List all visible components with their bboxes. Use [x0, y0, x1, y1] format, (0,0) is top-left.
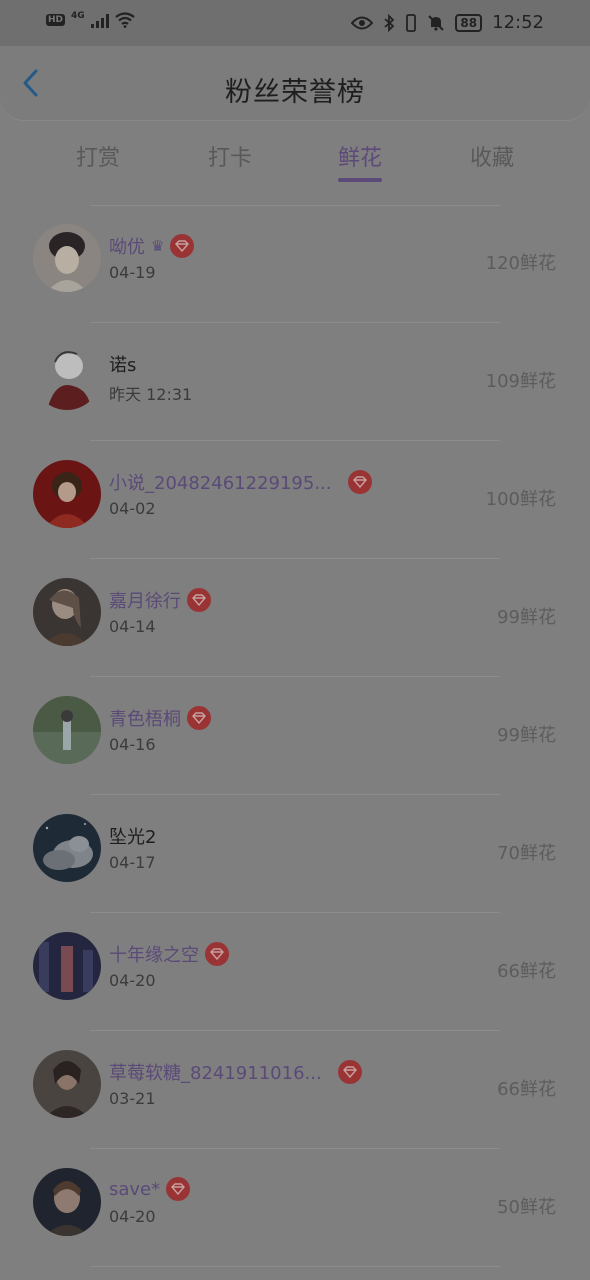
list-item[interactable]: 草莓软糖_8241911016... 03-21 66鲜花: [0, 1031, 590, 1149]
avatar[interactable]: [33, 342, 101, 410]
list-item[interactable]: 诺s 昨天 12:31 109鲜花: [0, 323, 590, 441]
fan-date: 04-02: [109, 499, 156, 518]
vip-gem-icon: [187, 706, 211, 730]
fan-date: 04-20: [109, 971, 156, 990]
clock: 12:52: [492, 12, 544, 33]
avatar[interactable]: [33, 578, 101, 646]
list-item[interactable]: save* 04-20 50鲜花: [0, 1149, 590, 1267]
network-label: 4G: [71, 11, 85, 21]
bluetooth-icon: [384, 13, 395, 32]
vibrate-icon: [406, 13, 417, 32]
flower-count: 109鲜花: [485, 371, 556, 392]
name-line: 草莓软糖_8241911016...: [109, 1059, 362, 1085]
signal-icon: [90, 12, 109, 28]
fan-date: 昨天 12:31: [109, 385, 193, 404]
list-item[interactable]: 呦优 ♛ 04-19 120鲜花: [0, 205, 590, 323]
fan-date: 04-14: [109, 617, 156, 636]
mute-icon: [428, 14, 445, 31]
fan-name[interactable]: 诺s: [109, 351, 136, 377]
avatar[interactable]: [33, 224, 101, 292]
eye-icon: [351, 16, 374, 29]
vip-gem-icon: [166, 1177, 191, 1201]
fan-name[interactable]: 小说_20482461229195...: [109, 469, 332, 495]
status-left: HD 4G: [46, 11, 135, 28]
flower-count: 66鲜花: [497, 1079, 556, 1100]
vip-gem-icon: [170, 234, 195, 258]
avatar[interactable]: [33, 932, 101, 1000]
list-item[interactable]: 十年缘之空 04-20 66鲜花: [0, 913, 590, 1031]
fan-name[interactable]: 青色梧桐: [109, 705, 181, 731]
name-line: 呦优 ♛: [109, 233, 195, 259]
tab-flowers[interactable]: 鲜花: [320, 140, 400, 172]
flower-count: 120鲜花: [485, 253, 556, 274]
name-line: 小说_20482461229195...: [109, 469, 372, 495]
list-item[interactable]: 小说_20482461229195... 04-02 100鲜花: [0, 441, 590, 559]
flower-count: 100鲜花: [485, 489, 556, 510]
fan-date: 03-21: [109, 1089, 156, 1108]
page-title: 粉丝荣誉榜: [225, 77, 365, 108]
status-right: 88 12:52: [351, 12, 544, 33]
tab-bar: 打赏 打卡 鲜花 收藏: [0, 130, 590, 185]
flower-count: 99鲜花: [497, 607, 556, 628]
fan-date: 04-20: [109, 1207, 156, 1226]
tab-reward[interactable]: 打赏: [58, 140, 138, 172]
name-line: 诺s: [109, 351, 136, 377]
fan-name[interactable]: save*: [109, 1179, 160, 1200]
fan-name[interactable]: 草莓软糖_8241911016...: [109, 1059, 322, 1085]
name-line: 十年缘之空: [109, 941, 229, 967]
avatar[interactable]: [33, 696, 101, 764]
name-line: 青色梧桐: [109, 705, 211, 731]
name-line: save*: [109, 1177, 191, 1201]
tab-favorites[interactable]: 收藏: [452, 140, 532, 172]
vip-gem-icon: [187, 588, 211, 612]
fan-name[interactable]: 坠光2: [109, 823, 156, 849]
fan-name[interactable]: 呦优: [109, 233, 145, 259]
flower-count: 66鲜花: [497, 961, 556, 982]
hd-badge: HD: [46, 14, 66, 26]
avatar[interactable]: [33, 814, 101, 882]
wifi-icon: [114, 12, 135, 28]
vip-gem-icon: [347, 470, 372, 494]
name-line: 坠光2: [109, 823, 156, 849]
fan-name[interactable]: 十年缘之空: [109, 941, 199, 967]
tab-checkin[interactable]: 打卡: [190, 140, 270, 172]
flower-count: 50鲜花: [497, 1197, 556, 1218]
vip-gem-icon: [337, 1060, 362, 1084]
list-item[interactable]: 坠光2 04-17 70鲜花: [0, 795, 590, 913]
avatar[interactable]: [33, 460, 101, 528]
list-item[interactable]: 嘉月徐行 04-14 99鲜花: [0, 559, 590, 677]
active-tab-indicator: [338, 178, 382, 182]
fan-ranking-list: 呦优 ♛ 04-19 120鲜花 诺s 昨天 12:31 109鲜花 小说_20…: [0, 205, 590, 1267]
fan-date: 04-19: [109, 263, 156, 282]
battery-indicator: 88: [455, 13, 483, 32]
avatar[interactable]: [33, 1050, 101, 1118]
crown-icon: ♛: [151, 237, 165, 255]
flower-count: 70鲜花: [497, 843, 556, 864]
fan-name[interactable]: 嘉月徐行: [109, 587, 181, 613]
avatar[interactable]: [33, 1168, 101, 1236]
list-item[interactable]: 青色梧桐 04-16 99鲜花: [0, 677, 590, 795]
status-bar: HD 4G 88 12:52: [0, 0, 590, 46]
vip-gem-icon: [205, 942, 229, 966]
flower-count: 99鲜花: [497, 725, 556, 746]
name-line: 嘉月徐行: [109, 587, 211, 613]
fan-date: 04-16: [109, 735, 156, 754]
fan-date: 04-17: [109, 853, 156, 872]
app-header: 粉丝荣誉榜: [0, 46, 590, 121]
